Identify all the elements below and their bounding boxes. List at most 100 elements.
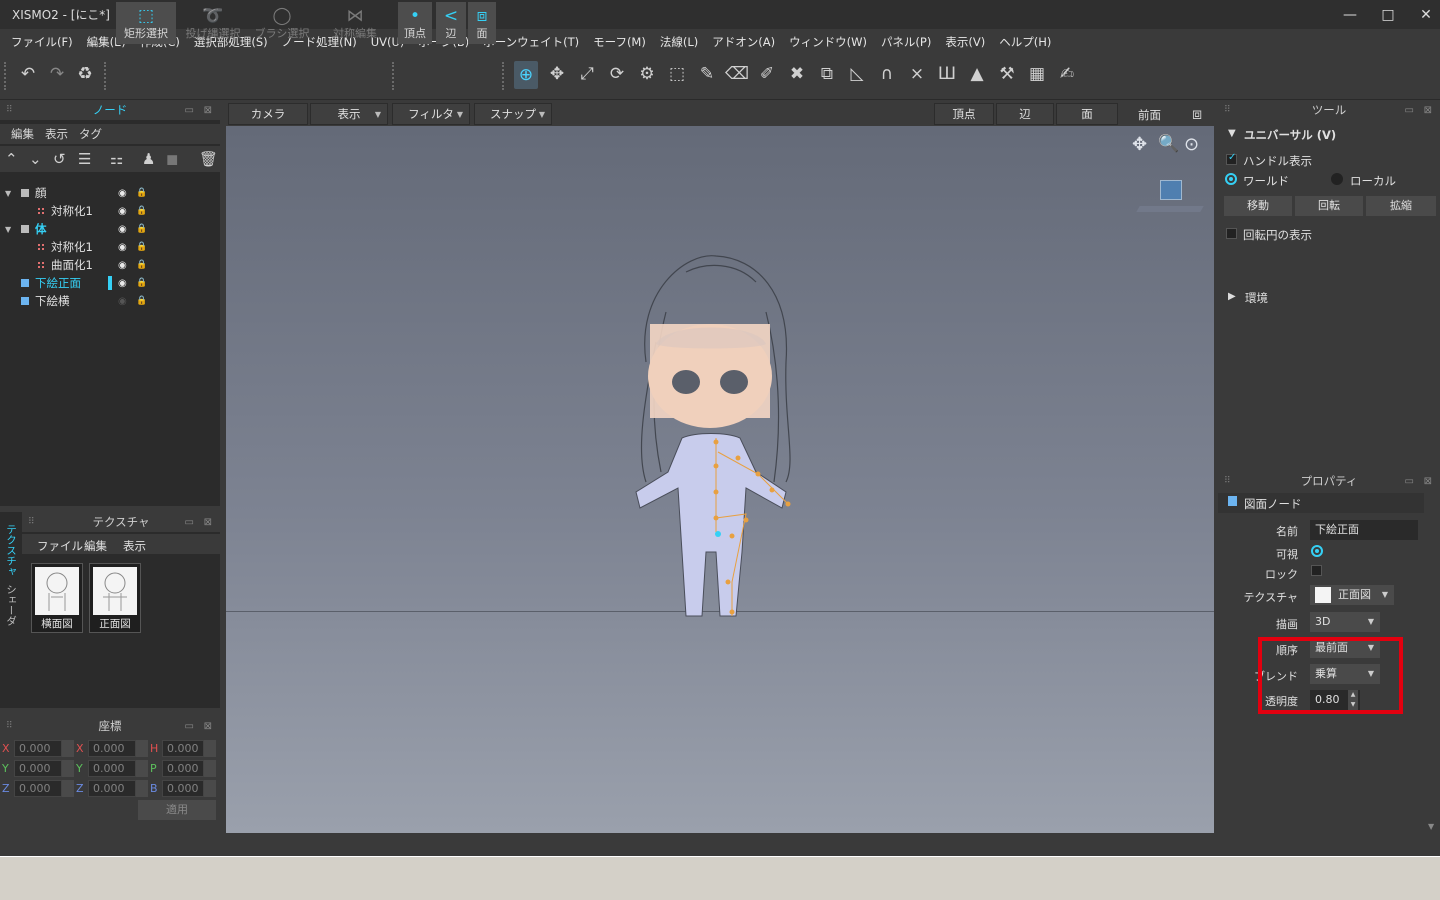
- film-icon[interactable]: ▦: [1025, 64, 1049, 84]
- scale-button[interactable]: 拡縮: [1366, 196, 1436, 216]
- knife-icon[interactable]: ✐: [755, 64, 779, 84]
- menu-window[interactable]: ウィンドウ(W): [782, 34, 874, 50]
- position-x-field[interactable]: 0.000: [14, 740, 62, 757]
- orbit-icon[interactable]: ⊙: [1184, 134, 1199, 155]
- panel-minimize-icon[interactable]: ▭: [185, 517, 194, 528]
- eye-icon[interactable]: ◉: [118, 278, 127, 289]
- menu-help[interactable]: ヘルプ(H): [992, 34, 1058, 50]
- menu-morph[interactable]: モーフ(M): [586, 34, 653, 50]
- face-mode-button[interactable]: ⧈ 面: [468, 2, 496, 44]
- spinner[interactable]: [204, 740, 216, 757]
- tree-item-body-subdivision[interactable]: 曲面化1 ◉ 🔒: [0, 256, 220, 274]
- undo-icon[interactable]: ↶: [16, 64, 40, 84]
- lock-icon[interactable]: 🔒: [136, 206, 147, 216]
- panel-grip-icon[interactable]: ⠿: [1224, 476, 1231, 486]
- axis-icon[interactable]: ⚙: [635, 64, 659, 84]
- marquee-icon[interactable]: ⬚: [665, 64, 689, 84]
- lock-icon[interactable]: 🔒: [136, 242, 147, 252]
- eraser-icon[interactable]: ⌫: [725, 64, 749, 84]
- rotation-h-field[interactable]: 0.000: [162, 740, 204, 757]
- tree-item-body[interactable]: ▼ 体 ◉ 🔒: [0, 220, 220, 238]
- edge-filter-button[interactable]: 辺: [996, 103, 1054, 125]
- lock-icon[interactable]: 🔒: [136, 260, 147, 270]
- node-menu-tag[interactable]: タグ: [79, 126, 102, 142]
- redo-icon[interactable]: ↷: [45, 64, 69, 84]
- menu-file[interactable]: ファイル(F): [4, 34, 80, 50]
- panel-minimize-icon[interactable]: ▭: [1405, 105, 1414, 116]
- rotate-icon[interactable]: ⟳: [605, 64, 629, 84]
- loop-cut-icon[interactable]: Ш: [935, 64, 959, 84]
- pencil-icon[interactable]: ✎: [695, 64, 719, 84]
- rotate-button[interactable]: 回転: [1295, 196, 1363, 216]
- spinner[interactable]: [62, 760, 74, 777]
- handle-display-checkbox[interactable]: ✓: [1226, 152, 1237, 165]
- extrude-icon[interactable]: ⧉: [815, 64, 839, 84]
- undo-node-icon[interactable]: ↺: [53, 150, 66, 168]
- camera-menu[interactable]: カメラ: [228, 103, 308, 125]
- universal-tool-section[interactable]: ユニバーサル (V): [1244, 127, 1336, 143]
- minimize-button[interactable]: —: [1330, 0, 1370, 29]
- move-up-icon[interactable]: ⌃: [5, 150, 18, 168]
- eye-icon[interactable]: ◉: [118, 206, 127, 217]
- scale-x-field[interactable]: 0.000: [88, 740, 136, 757]
- snap-dropdown[interactable]: スナップ ▼: [474, 103, 552, 125]
- texture-dropdown[interactable]: 正面図 ▼: [1310, 585, 1394, 605]
- lock-icon[interactable]: 🔒: [136, 278, 147, 288]
- eye-icon[interactable]: ◉: [118, 188, 127, 199]
- collapse-icon[interactable]: ▼: [1228, 128, 1236, 139]
- edit-icon[interactable]: ✍: [1055, 64, 1079, 84]
- eye-icon[interactable]: ◉: [118, 296, 127, 307]
- collapse-icon[interactable]: ⨯: [905, 64, 929, 84]
- rotation-p-field[interactable]: 0.000: [162, 760, 204, 777]
- texture-menu-file[interactable]: ファイル: [37, 538, 83, 554]
- panel-minimize-icon[interactable]: ▭: [185, 105, 194, 116]
- lock-icon[interactable]: 🔒: [136, 296, 147, 306]
- box-icon[interactable]: ◼: [166, 150, 178, 168]
- edge-mode-button[interactable]: < 辺: [436, 2, 466, 44]
- bag-icon[interactable]: ▲: [965, 64, 989, 84]
- panel-grip-icon[interactable]: ⠿: [28, 517, 35, 527]
- scroll-down-icon[interactable]: ▼: [1428, 822, 1434, 831]
- local-radio[interactable]: [1331, 173, 1343, 185]
- panel-close-icon[interactable]: ⊠: [1424, 476, 1432, 487]
- lock-icon[interactable]: 🔒: [136, 224, 147, 234]
- tab-texture[interactable]: テクスチャ: [4, 524, 19, 577]
- grid-icon[interactable]: ⚏: [110, 150, 123, 168]
- scale-icon[interactable]: ⤢: [575, 64, 599, 84]
- display-dropdown[interactable]: 表示 ▼: [310, 103, 388, 125]
- spinner[interactable]: [62, 780, 74, 797]
- trash-icon[interactable]: 🗑: [199, 150, 218, 168]
- texture-menu-view[interactable]: 表示: [123, 538, 146, 554]
- visible-toggle[interactable]: [1311, 545, 1323, 557]
- recycle-icon[interactable]: ♻: [73, 64, 97, 84]
- spinner[interactable]: [136, 740, 148, 757]
- world-radio[interactable]: [1225, 173, 1237, 185]
- spinner[interactable]: [204, 780, 216, 797]
- maximize-button[interactable]: □: [1368, 0, 1408, 29]
- draw-dropdown[interactable]: 3D ▼: [1310, 612, 1380, 632]
- brush-select-button[interactable]: ◯ ブラシ選択: [252, 2, 312, 44]
- move-icon[interactable]: ✥: [545, 64, 569, 84]
- lock-checkbox[interactable]: [1311, 565, 1322, 576]
- vertex-mode-button[interactable]: • 頂点: [398, 2, 432, 44]
- eye-icon[interactable]: ◉: [118, 260, 127, 271]
- spinner[interactable]: [136, 760, 148, 777]
- apply-button[interactable]: 適用: [138, 800, 216, 820]
- expand-icon[interactable]: ▼: [5, 189, 11, 198]
- weld-icon[interactable]: ✖: [785, 64, 809, 84]
- list-icon[interactable]: ☰: [78, 150, 91, 168]
- panel-grip-icon[interactable]: ⠿: [1224, 105, 1231, 115]
- rect-select-button[interactable]: ⬚ 矩形選択: [116, 2, 176, 44]
- lock-icon[interactable]: 🔒: [136, 188, 147, 198]
- globe-icon[interactable]: ⊕: [514, 61, 538, 89]
- panel-minimize-icon[interactable]: ▭: [185, 721, 194, 732]
- pan-icon[interactable]: ✥: [1132, 134, 1147, 155]
- panel-close-icon[interactable]: ⊠: [1424, 105, 1432, 116]
- expand-icon[interactable]: ▼: [5, 225, 11, 234]
- spinner[interactable]: [62, 740, 74, 757]
- move-down-icon[interactable]: ⌄: [29, 150, 42, 168]
- scale-z-field[interactable]: 0.000: [88, 780, 136, 797]
- 3d-viewport[interactable]: ✥ 🔍 ⊙: [226, 126, 1214, 833]
- panel-grip-icon[interactable]: ⠿: [6, 105, 13, 115]
- menu-normal[interactable]: 法線(L): [653, 34, 705, 50]
